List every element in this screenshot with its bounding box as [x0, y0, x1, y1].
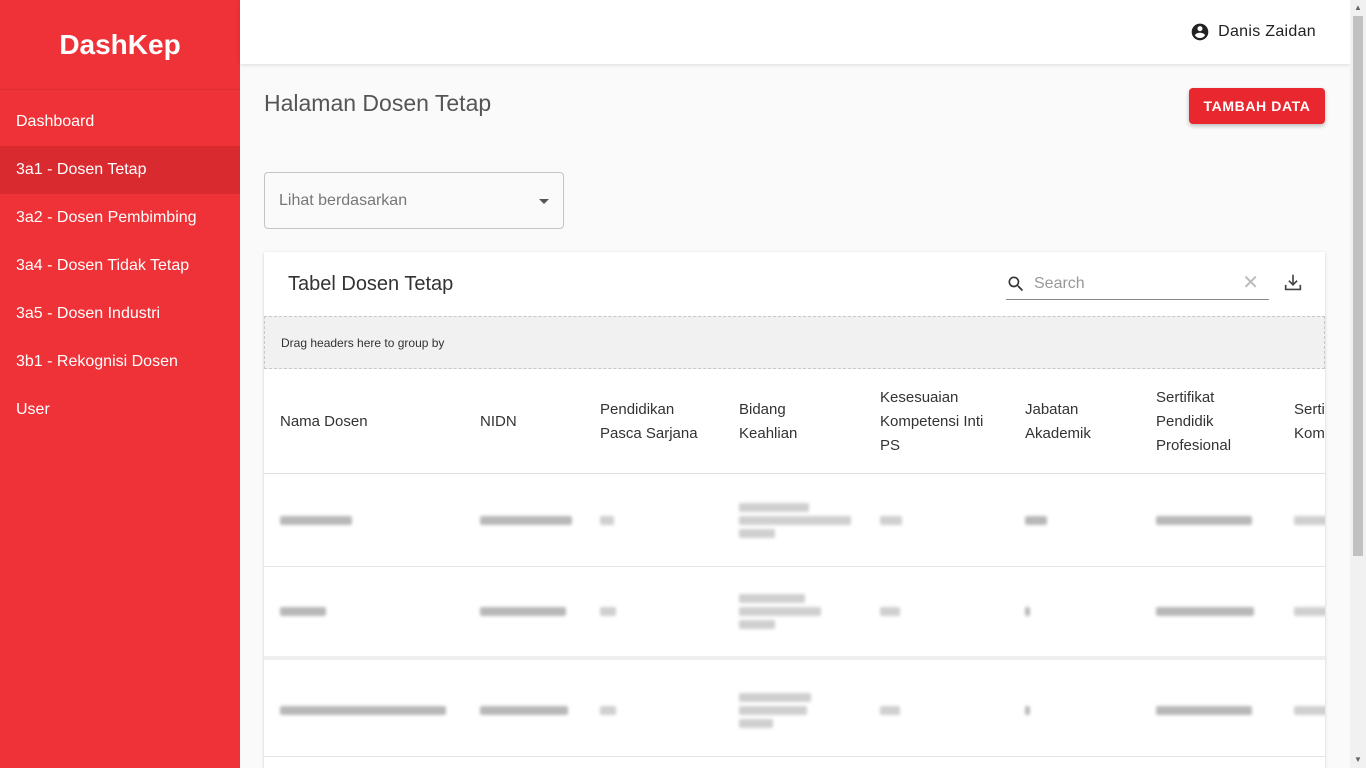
- column-header-bidang-keahlian[interactable]: Bidang Keahlian: [739, 369, 839, 474]
- group-by-hint: Drag headers here to group by: [281, 335, 445, 350]
- column-header-sertifikat-kompetensi[interactable]: Sertifikat Kompetensi: [1294, 369, 1325, 474]
- table-search: ✕: [1006, 268, 1269, 300]
- column-header-sertifikat-pendidik[interactable]: Sertifikat Pendidik Profesional: [1156, 369, 1268, 474]
- sidebar-item-user[interactable]: User: [0, 386, 240, 434]
- sidebar-nav: Dashboard 3a1 - Dosen Tetap 3a2 - Dosen …: [0, 98, 240, 434]
- add-data-button[interactable]: TAMBAH DATA: [1189, 88, 1325, 124]
- sidebar: DashKep Dashboard 3a1 - Dosen Tetap 3a2 …: [0, 0, 240, 768]
- clear-search-icon[interactable]: ✕: [1242, 272, 1259, 294]
- app-logo[interactable]: DashKep: [0, 0, 240, 90]
- cell-sertifikat-pendidik: [1156, 474, 1252, 566]
- scrollbar-thumb[interactable]: [1353, 16, 1363, 556]
- page-scrollbar[interactable]: ▲ ▼: [1350, 0, 1366, 768]
- search-icon: [1008, 276, 1024, 291]
- scroll-up-icon[interactable]: ▲: [1353, 3, 1363, 13]
- cell-bidang-keahlian: [739, 664, 811, 756]
- group-by-area[interactable]: Drag headers here to group by: [264, 316, 1325, 369]
- table-row[interactable]: [264, 664, 1325, 757]
- table-row[interactable]: [264, 474, 1325, 567]
- cell-jabatan: [1025, 664, 1030, 756]
- cell-pendidikan: [600, 664, 616, 756]
- cell-kesesuaian: [880, 664, 900, 756]
- cell-sertifikat-kompetensi: [1294, 474, 1325, 566]
- column-header-pendidikan-pasca-sarjana[interactable]: Pendidikan Pasca Sarjana: [600, 369, 700, 474]
- sidebar-item-dosen-tetap[interactable]: 3a1 - Dosen Tetap: [0, 146, 240, 194]
- cell-nama-dosen: [280, 664, 446, 756]
- account-circle-icon: [1191, 23, 1209, 41]
- page-title: Halaman Dosen Tetap: [264, 90, 492, 116]
- column-header-nidn[interactable]: NIDN: [480, 369, 580, 474]
- cell-pendidikan: [600, 567, 616, 656]
- cell-pendidikan: [600, 474, 614, 566]
- user-name: Danis Zaidan: [1218, 23, 1316, 40]
- cell-nama-dosen: [280, 567, 326, 656]
- cell-sertifikat-pendidik: [1156, 567, 1254, 656]
- cell-nidn: [480, 567, 566, 656]
- cell-sertifikat-kompetensi: [1294, 664, 1325, 756]
- download-icon[interactable]: [1282, 272, 1304, 294]
- top-app-bar: Danis Zaidan: [240, 0, 1350, 64]
- user-menu[interactable]: Danis Zaidan: [1190, 22, 1316, 42]
- cell-kesesuaian: [880, 474, 902, 566]
- sidebar-item-rekognisi-dosen[interactable]: 3b1 - Rekognisi Dosen: [0, 338, 240, 386]
- view-by-placeholder: Lihat berdasarkan: [279, 191, 408, 209]
- table-row[interactable]: [264, 567, 1325, 660]
- table-card: Tabel Dosen Tetap ✕ Drag headers here to…: [264, 252, 1325, 768]
- cell-jabatan: [1025, 474, 1047, 566]
- sidebar-item-dosen-pembimbing[interactable]: 3a2 - Dosen Pembimbing: [0, 194, 240, 242]
- search-input[interactable]: [1034, 274, 1224, 293]
- column-header-nama-dosen[interactable]: Nama Dosen: [280, 369, 460, 474]
- sidebar-item-dashboard[interactable]: Dashboard: [0, 98, 240, 146]
- cell-nidn: [480, 664, 568, 756]
- column-header-jabatan-akademik[interactable]: Jabatan Akademik: [1025, 369, 1125, 474]
- table-header-row: Nama Dosen NIDN Pendidikan Pasca Sarjana…: [264, 369, 1325, 474]
- view-by-select[interactable]: Lihat berdasarkan: [264, 172, 564, 229]
- cell-nidn: [480, 474, 572, 566]
- cell-nama-dosen: [280, 474, 352, 566]
- cell-bidang-keahlian: [739, 567, 821, 656]
- table-title: Tabel Dosen Tetap: [288, 273, 454, 295]
- scroll-down-icon[interactable]: ▼: [1353, 755, 1363, 765]
- dropdown-arrow-icon: [539, 199, 549, 204]
- sidebar-item-dosen-tidak-tetap[interactable]: 3a4 - Dosen Tidak Tetap: [0, 242, 240, 290]
- cell-sertifikat-kompetensi: [1294, 567, 1325, 656]
- cell-sertifikat-pendidik: [1156, 664, 1252, 756]
- cell-jabatan: [1025, 567, 1030, 656]
- cell-kesesuaian: [880, 567, 900, 656]
- sidebar-item-dosen-industri[interactable]: 3a5 - Dosen Industri: [0, 290, 240, 338]
- column-header-kesesuaian-kompetensi[interactable]: Kesesuaian Kompetensi Inti PS: [880, 369, 992, 474]
- cell-bidang-keahlian: [739, 474, 851, 566]
